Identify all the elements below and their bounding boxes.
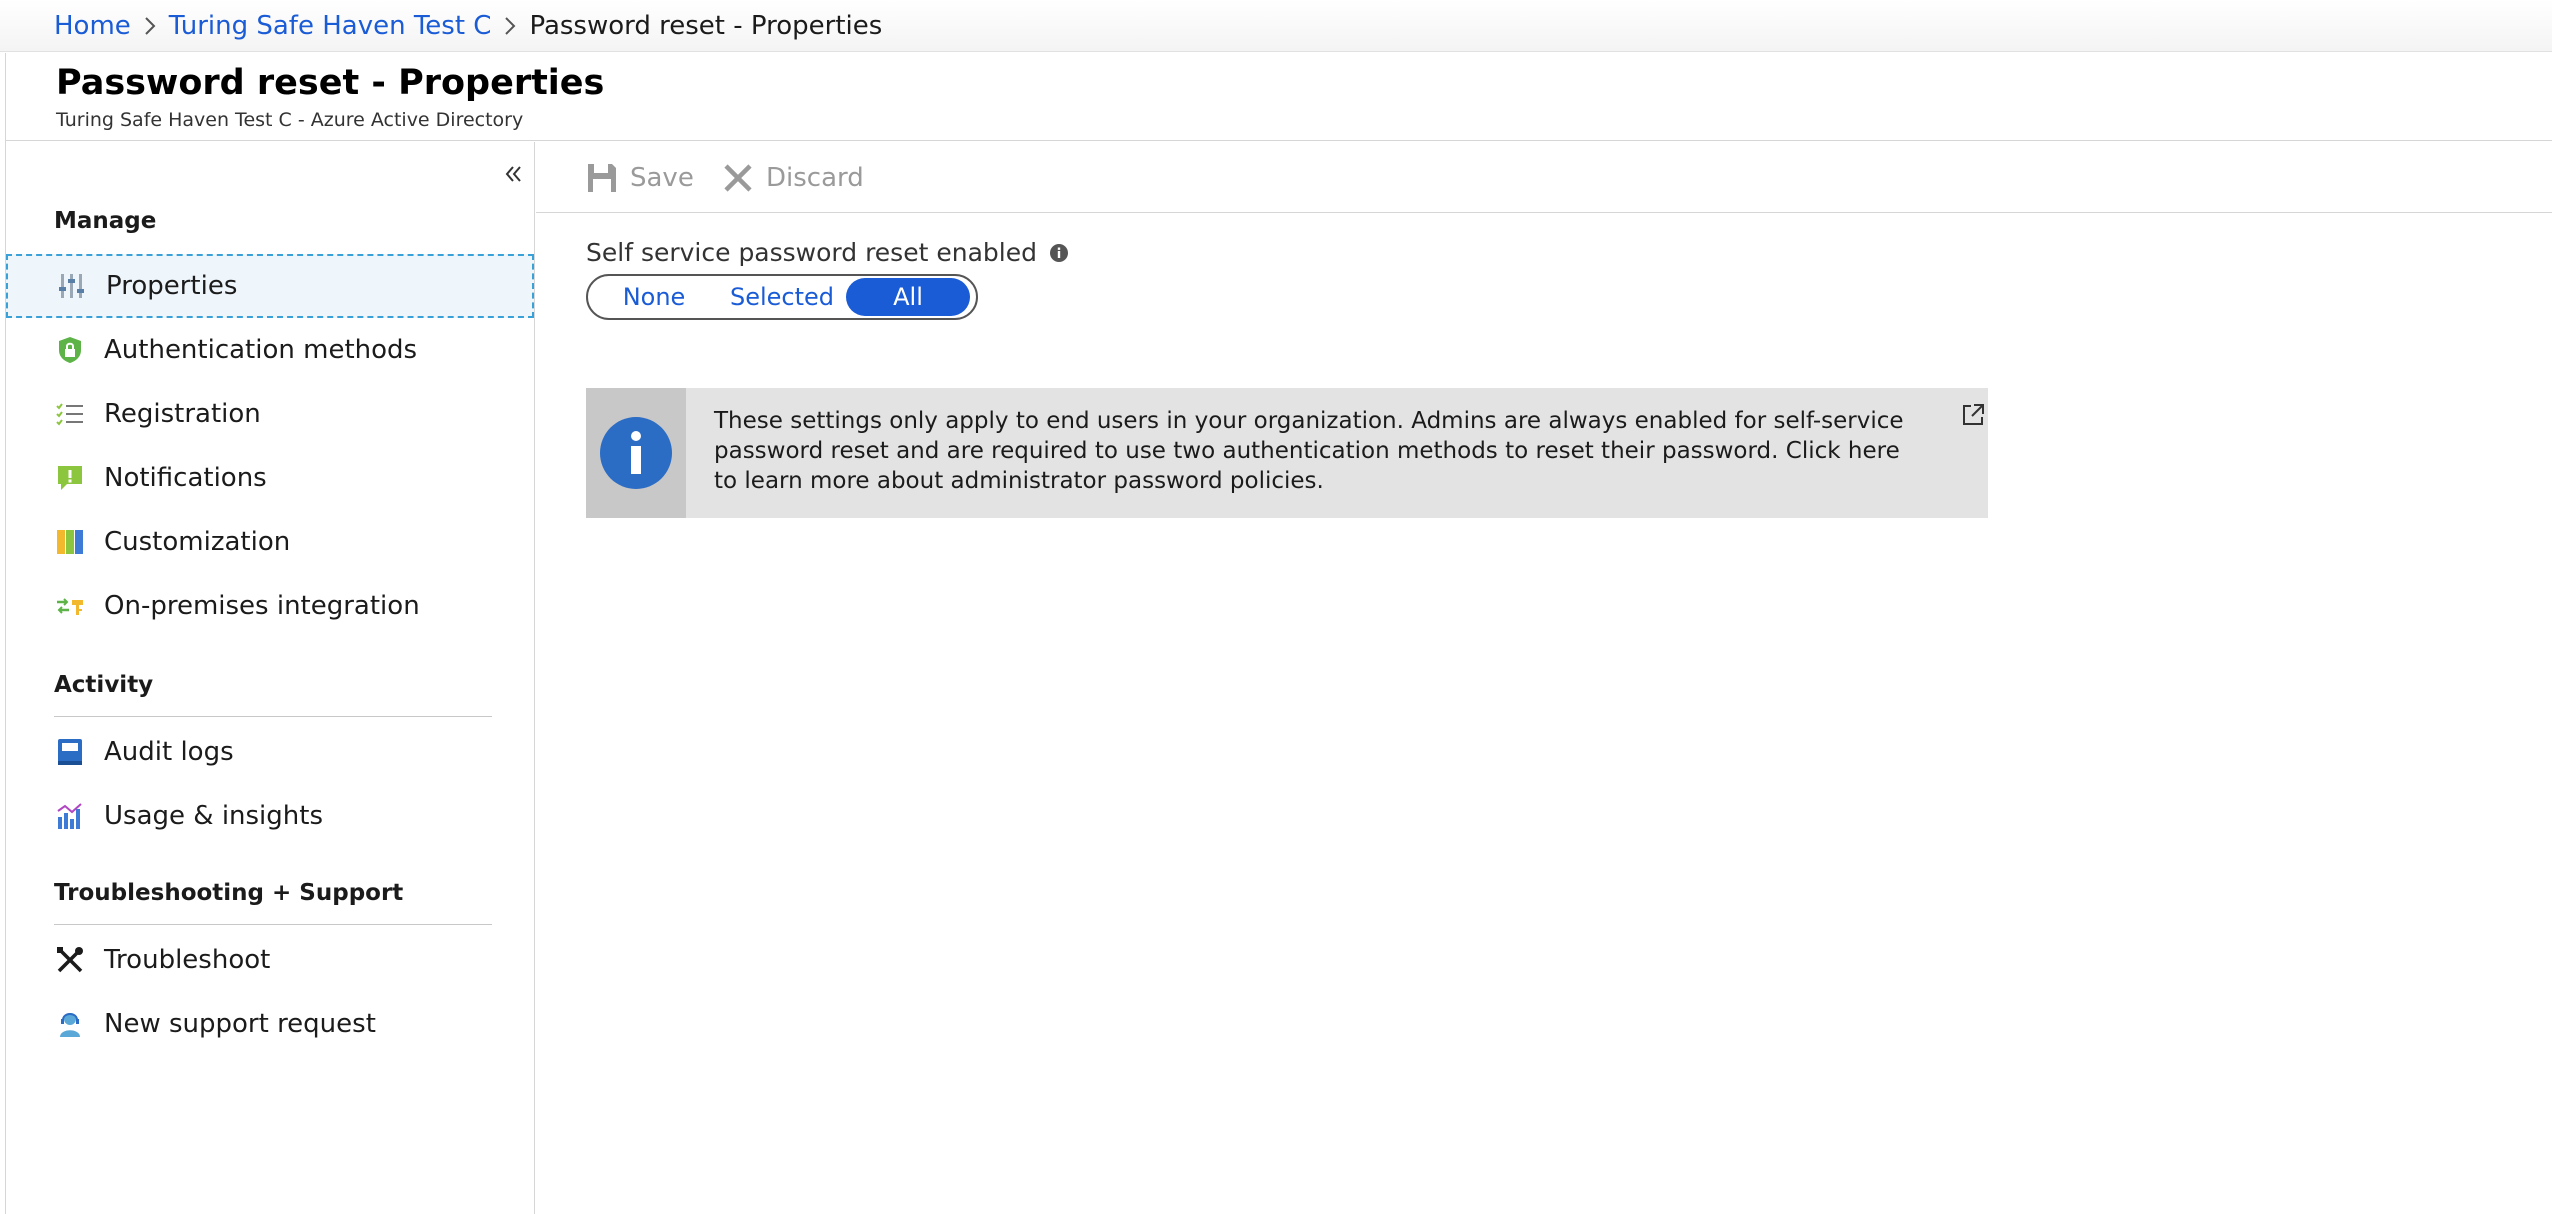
save-label: Save (630, 163, 694, 193)
notification-icon (54, 462, 86, 494)
toggle-option-none[interactable]: None (590, 278, 718, 316)
page-subtitle: Turing Safe Haven Test C - Azure Active … (56, 109, 524, 131)
section-title-troubleshooting-support: Troubleshooting + Support (54, 880, 404, 906)
sidebar-item-label: Customization (104, 527, 291, 557)
sidebar-item-label: Troubleshoot (104, 945, 271, 975)
properties-icon (56, 270, 88, 302)
collapse-sidebar-button[interactable] (496, 156, 532, 192)
book-icon (54, 736, 86, 768)
external-link-icon[interactable] (1960, 402, 1986, 428)
sync-key-icon (54, 590, 86, 622)
info-icon[interactable] (1049, 243, 1069, 263)
sidebar-item-usage-insights[interactable]: Usage & insights (6, 784, 534, 848)
sidebar-item-new-support-request[interactable]: New support request (6, 992, 534, 1056)
discard-button[interactable]: Discard (722, 156, 864, 200)
sidebar-item-notifications[interactable]: Notifications (6, 446, 534, 510)
shield-lock-icon (54, 334, 86, 366)
sidebar-item-registration[interactable]: Registration (6, 382, 534, 446)
sidebar-item-audit-logs[interactable]: Audit logs (6, 720, 534, 784)
main-content: Save Discard Self service password reset… (536, 142, 2552, 1214)
command-bar: Save Discard (536, 142, 2552, 213)
breadcrumb: Home Turing Safe Haven Test C Password r… (0, 0, 2552, 52)
breadcrumb-tenant[interactable]: Turing Safe Haven Test C (169, 11, 492, 41)
sidebar-item-properties[interactable]: Properties (6, 254, 534, 318)
section-divider (54, 924, 492, 925)
sspr-field-label: Self service password reset enabled (586, 238, 1069, 267)
checklist-icon (54, 398, 86, 430)
save-button[interactable]: Save (586, 156, 694, 200)
sidebar-item-label: Authentication methods (104, 335, 418, 365)
sidebar-item-label: Usage & insights (104, 801, 324, 831)
sidebar-item-label: Properties (106, 271, 238, 301)
info-circle-icon (600, 417, 672, 489)
banner-message: These settings only apply to end users i… (714, 408, 1904, 494)
chevron-right-icon (491, 16, 529, 36)
toggle-option-selected[interactable]: Selected (718, 278, 846, 316)
section-title-activity: Activity (54, 672, 154, 698)
sidebar-item-label: Registration (104, 399, 261, 429)
sidebar-item-label: Notifications (104, 463, 267, 493)
discard-label: Discard (766, 163, 864, 193)
breadcrumb-current: Password reset - Properties (529, 10, 883, 41)
bar-chart-icon (54, 800, 86, 832)
sidebar-item-authentication-methods[interactable]: Authentication methods (6, 318, 534, 382)
close-icon (724, 164, 752, 192)
info-banner[interactable]: These settings only apply to end users i… (586, 388, 1988, 518)
toggle-option-all[interactable]: All (846, 278, 970, 316)
sidebar-item-label: On-premises integration (104, 591, 420, 621)
blade-header: Password reset - Properties Turing Safe … (6, 53, 2552, 141)
sspr-enabled-toggle: None Selected All (586, 274, 978, 320)
sidebar-item-label: Audit logs (104, 737, 234, 767)
support-person-icon (54, 1008, 86, 1040)
sidebar-item-label: New support request (104, 1009, 376, 1039)
sidebar-item-on-premises-integration[interactable]: On-premises integration (6, 574, 534, 638)
sspr-label-text: Self service password reset enabled (586, 238, 1037, 267)
section-title-manage: Manage (54, 208, 157, 234)
chevron-right-icon (131, 16, 169, 36)
page-title: Password reset - Properties (56, 63, 605, 103)
section-divider (54, 716, 492, 717)
sidebar-item-troubleshoot[interactable]: Troubleshoot (6, 928, 534, 992)
save-icon (588, 164, 616, 192)
sidebar: Manage Properties Authentication methods (6, 142, 535, 1214)
banner-icon-container (586, 388, 686, 518)
breadcrumb-home[interactable]: Home (54, 11, 131, 41)
tools-icon (54, 944, 86, 976)
sidebar-item-customization[interactable]: Customization (6, 510, 534, 574)
double-chevron-left-icon (505, 166, 521, 182)
customization-icon (54, 526, 86, 558)
